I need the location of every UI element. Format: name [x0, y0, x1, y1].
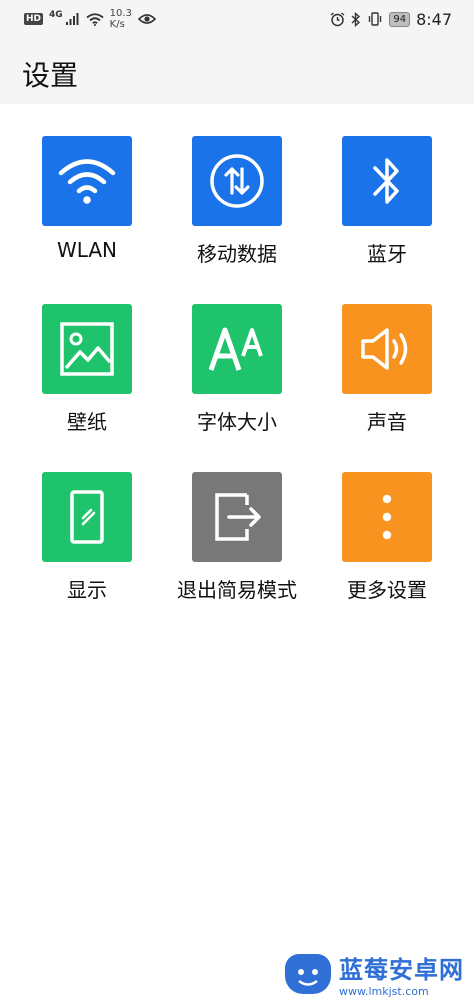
watermark-text: 蓝莓安卓网 www.lmkjst.com: [339, 950, 464, 998]
status-left: HD 4G 10.3 K/s: [24, 8, 156, 30]
sound-icon: [361, 328, 408, 370]
wifi-status-icon: [86, 12, 104, 26]
tile-wlan[interactable]: WLAN: [12, 136, 162, 296]
tile-label: 移动数据: [197, 242, 277, 266]
network-speed: 10.3 K/s: [110, 8, 132, 30]
speed-value: 10.3: [109, 8, 132, 19]
eye-icon: [137, 14, 156, 24]
tile-wallpaper-background: [42, 304, 132, 394]
tile-label: 蓝牙: [367, 242, 407, 266]
hd-badge: HD: [24, 13, 44, 25]
tile-sound-background: [342, 304, 432, 394]
battery-indicator: 94: [389, 11, 411, 27]
tile-display-background: [42, 472, 132, 562]
status-right: 94 8:47: [330, 10, 452, 29]
tile-more-settings[interactable]: 更多设置: [312, 472, 462, 632]
tile-sound[interactable]: 声音: [312, 304, 462, 464]
speed-unit: K/s: [109, 19, 125, 30]
watermark-url: www.lmkjst.com: [339, 985, 429, 998]
wallpaper-icon: [60, 322, 114, 376]
tile-more-settings-background: [342, 472, 432, 562]
tile-label: 声音: [367, 410, 407, 434]
network-type: 4G: [49, 10, 63, 20]
tile-exit-simple-mode-background: [192, 472, 282, 562]
signal-icon: [65, 13, 79, 25]
tile-wlan-background: [42, 136, 132, 226]
clock: 8:47: [416, 9, 452, 29]
font-size-icon: [208, 327, 263, 371]
tile-mobile-data[interactable]: 移动数据: [162, 136, 312, 296]
exit-icon: [215, 493, 261, 541]
tile-exit-simple-mode[interactable]: 退出简易模式: [162, 472, 312, 632]
tile-bluetooth-background: [342, 136, 432, 226]
tile-label: 更多设置: [347, 578, 427, 602]
page-title: 设置: [22, 59, 79, 92]
app-header: 设置: [0, 38, 474, 104]
tile-label: 显示: [67, 578, 107, 602]
watermark: 蓝莓安卓网 www.lmkjst.com: [285, 950, 464, 998]
tile-bluetooth[interactable]: 蓝牙: [312, 136, 462, 296]
tile-label: 壁纸: [67, 410, 107, 434]
more-icon: [382, 494, 392, 540]
wifi-icon: [58, 159, 116, 204]
tile-mobile-data-background: [192, 136, 282, 226]
watermark-title: 蓝莓安卓网: [339, 956, 464, 984]
alarm-icon: [330, 11, 345, 26]
vibrate-icon: [369, 12, 382, 26]
bluetooth-status-icon: [351, 11, 361, 27]
status-bar: HD 4G 10.3 K/s 94 8:47: [0, 0, 474, 38]
tile-wallpaper[interactable]: 壁纸: [12, 304, 162, 464]
mobile-data-icon: [210, 154, 264, 208]
bluetooth-icon: [373, 158, 399, 204]
tile-display[interactable]: 显示: [12, 472, 162, 632]
watermark-logo-icon: [285, 954, 331, 994]
tile-font-size[interactable]: 字体大小: [162, 304, 312, 464]
tile-font-size-background: [192, 304, 282, 394]
tile-label: 退出简易模式: [177, 578, 297, 602]
tile-label: WLAN: [56, 238, 118, 262]
tile-label: 字体大小: [197, 410, 277, 434]
display-icon: [70, 490, 104, 544]
